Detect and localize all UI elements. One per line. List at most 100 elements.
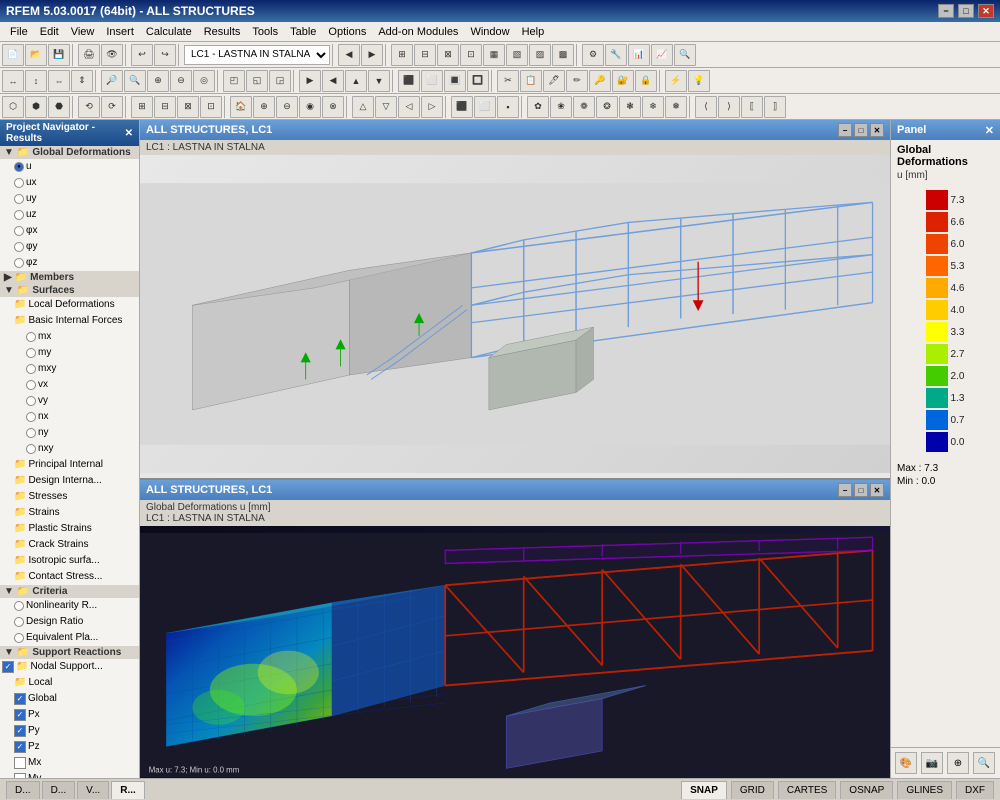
radio-phiy[interactable]	[14, 242, 24, 252]
tb-preview[interactable]: 👁	[101, 44, 123, 66]
tb-b8[interactable]: ▩	[552, 44, 574, 66]
tb2-3[interactable]: ⇔	[48, 70, 70, 92]
nav-item-uz[interactable]: uz	[0, 207, 139, 223]
tb3-32[interactable]: ⟧	[764, 96, 786, 118]
nav-item-local-def[interactable]: 📁 Local Deformations	[0, 297, 139, 313]
nav-item-pz[interactable]: ✓ Pz	[0, 739, 139, 755]
tb-c3[interactable]: 📊	[628, 44, 650, 66]
tb2-4[interactable]: ⇕	[71, 70, 93, 92]
panel-close-btn[interactable]: ✕	[985, 124, 994, 137]
nav-item-mx[interactable]: mx	[0, 329, 139, 345]
panel-btn-2[interactable]: 📷	[921, 752, 943, 774]
nav-section-criteria[interactable]: ▼ 📁 Criteria	[0, 585, 139, 598]
panel-btn-1[interactable]: 🎨	[895, 752, 917, 774]
tb3-15[interactable]: △	[352, 96, 374, 118]
tb-undo[interactable]: ↩	[131, 44, 153, 66]
tb2-7[interactable]: ⊕	[147, 70, 169, 92]
tb3-28[interactable]: ❅	[665, 96, 687, 118]
tb3-26[interactable]: ❃	[619, 96, 641, 118]
tb3-14[interactable]: ⊗	[322, 96, 344, 118]
view-top-canvas[interactable]	[140, 155, 890, 473]
tb3-10[interactable]: 🏠	[230, 96, 252, 118]
minimize-button[interactable]: −	[938, 4, 954, 18]
tb-prev-lc[interactable]: ◀	[338, 44, 360, 66]
tb3-21[interactable]: ▪	[497, 96, 519, 118]
panel-btn-3[interactable]: ⊕	[947, 752, 969, 774]
tb2-15[interactable]: ▲	[345, 70, 367, 92]
radio-uy[interactable]	[14, 194, 24, 204]
view-top-maximize[interactable]: □	[854, 123, 868, 137]
tb2-25[interactable]: 🔑	[589, 70, 611, 92]
tb3-16[interactable]: ▽	[375, 96, 397, 118]
radio-vx[interactable]	[26, 380, 36, 390]
tb3-18[interactable]: ▷	[421, 96, 443, 118]
tb-b3[interactable]: ⊠	[437, 44, 459, 66]
nav-section-surfaces[interactable]: ▼ 📁 Surfaces	[0, 284, 139, 297]
nav-item-strains[interactable]: 📁 Strains	[0, 505, 139, 521]
tb3-9[interactable]: ⊡	[200, 96, 222, 118]
radio-nxy[interactable]	[26, 444, 36, 454]
tb-b7[interactable]: ▨	[529, 44, 551, 66]
tb3-27[interactable]: ❄	[642, 96, 664, 118]
nav-item-global[interactable]: ✓ Global	[0, 691, 139, 707]
menu-edit[interactable]: Edit	[34, 22, 65, 42]
nav-item-nx[interactable]: nx	[0, 409, 139, 425]
nav-item-design-internal[interactable]: 📁 Design Interna...	[0, 473, 139, 489]
close-button[interactable]: ✕	[978, 4, 994, 18]
status-cartes[interactable]: CARTES	[778, 781, 836, 799]
radio-my[interactable]	[26, 348, 36, 358]
tb2-18[interactable]: ⬜	[421, 70, 443, 92]
status-tab-v[interactable]: V...	[77, 781, 109, 799]
radio-ux[interactable]	[14, 178, 24, 188]
tb2-14[interactable]: ◀	[322, 70, 344, 92]
menu-view[interactable]: View	[65, 22, 101, 42]
view-top-minimize[interactable]: −	[838, 123, 852, 137]
tb-open[interactable]: 📂	[25, 44, 47, 66]
menu-file[interactable]: File	[4, 22, 34, 42]
nav-item-mx2[interactable]: Mx	[0, 755, 139, 771]
check-mx[interactable]	[14, 757, 26, 769]
radio-nx[interactable]	[26, 412, 36, 422]
tb2-6[interactable]: 🔍	[124, 70, 146, 92]
tb-save[interactable]: 💾	[48, 44, 70, 66]
nav-item-mxy[interactable]: mxy	[0, 361, 139, 377]
tb2-11[interactable]: ◱	[246, 70, 268, 92]
tb-b6[interactable]: ▧	[506, 44, 528, 66]
tb-new[interactable]: 📄	[2, 44, 24, 66]
status-grid[interactable]: GRID	[731, 781, 774, 799]
tb3-7[interactable]: ⊟	[154, 96, 176, 118]
status-dxf[interactable]: DXF	[956, 781, 994, 799]
menu-results[interactable]: Results	[198, 22, 247, 42]
check-py[interactable]: ✓	[14, 725, 26, 737]
radio-vy[interactable]	[26, 396, 36, 406]
nav-item-basic-internal[interactable]: 📁 Basic Internal Forces	[0, 313, 139, 329]
menu-table[interactable]: Table	[284, 22, 322, 42]
tb2-20[interactable]: 🔲	[467, 70, 489, 92]
tb3-19[interactable]: ⬛	[451, 96, 473, 118]
lc-combo[interactable]: LC1 - LASTNA IN STALNA	[184, 45, 330, 65]
check-px[interactable]: ✓	[14, 709, 26, 721]
tb2-23[interactable]: 🖊	[543, 70, 565, 92]
nav-item-design-ratio[interactable]: Design Ratio	[0, 614, 139, 630]
tb2-28[interactable]: ⚡	[665, 70, 687, 92]
tb-redo[interactable]: ↪	[154, 44, 176, 66]
nav-item-principal[interactable]: 📁 Principal Internal	[0, 457, 139, 473]
tb3-20[interactable]: ⬜	[474, 96, 496, 118]
tb2-21[interactable]: ✂	[497, 70, 519, 92]
nav-item-nodal-support[interactable]: ✓ 📁 Nodal Support...	[0, 659, 139, 675]
nav-item-equiv-plastic[interactable]: Equivalent Pla...	[0, 630, 139, 646]
tb3-2[interactable]: ⬢	[25, 96, 47, 118]
radio-phiz[interactable]	[14, 258, 24, 268]
tb3-3[interactable]: ⬣	[48, 96, 70, 118]
nav-item-isotropic[interactable]: 📁 Isotropic surfa...	[0, 553, 139, 569]
view-top-close[interactable]: ✕	[870, 123, 884, 137]
nav-section-global-def[interactable]: ▼ 📁 Global Deformations	[0, 146, 139, 159]
nav-item-crack-strains[interactable]: 📁 Crack Strains	[0, 537, 139, 553]
check-global[interactable]: ✓	[14, 693, 26, 705]
nav-item-vy[interactable]: vy	[0, 393, 139, 409]
nav-item-local[interactable]: 📁 Local	[0, 675, 139, 691]
radio-design[interactable]	[14, 617, 24, 627]
tb3-24[interactable]: ❁	[573, 96, 595, 118]
menu-calculate[interactable]: Calculate	[140, 22, 198, 42]
status-osnap[interactable]: OSNAP	[840, 781, 893, 799]
